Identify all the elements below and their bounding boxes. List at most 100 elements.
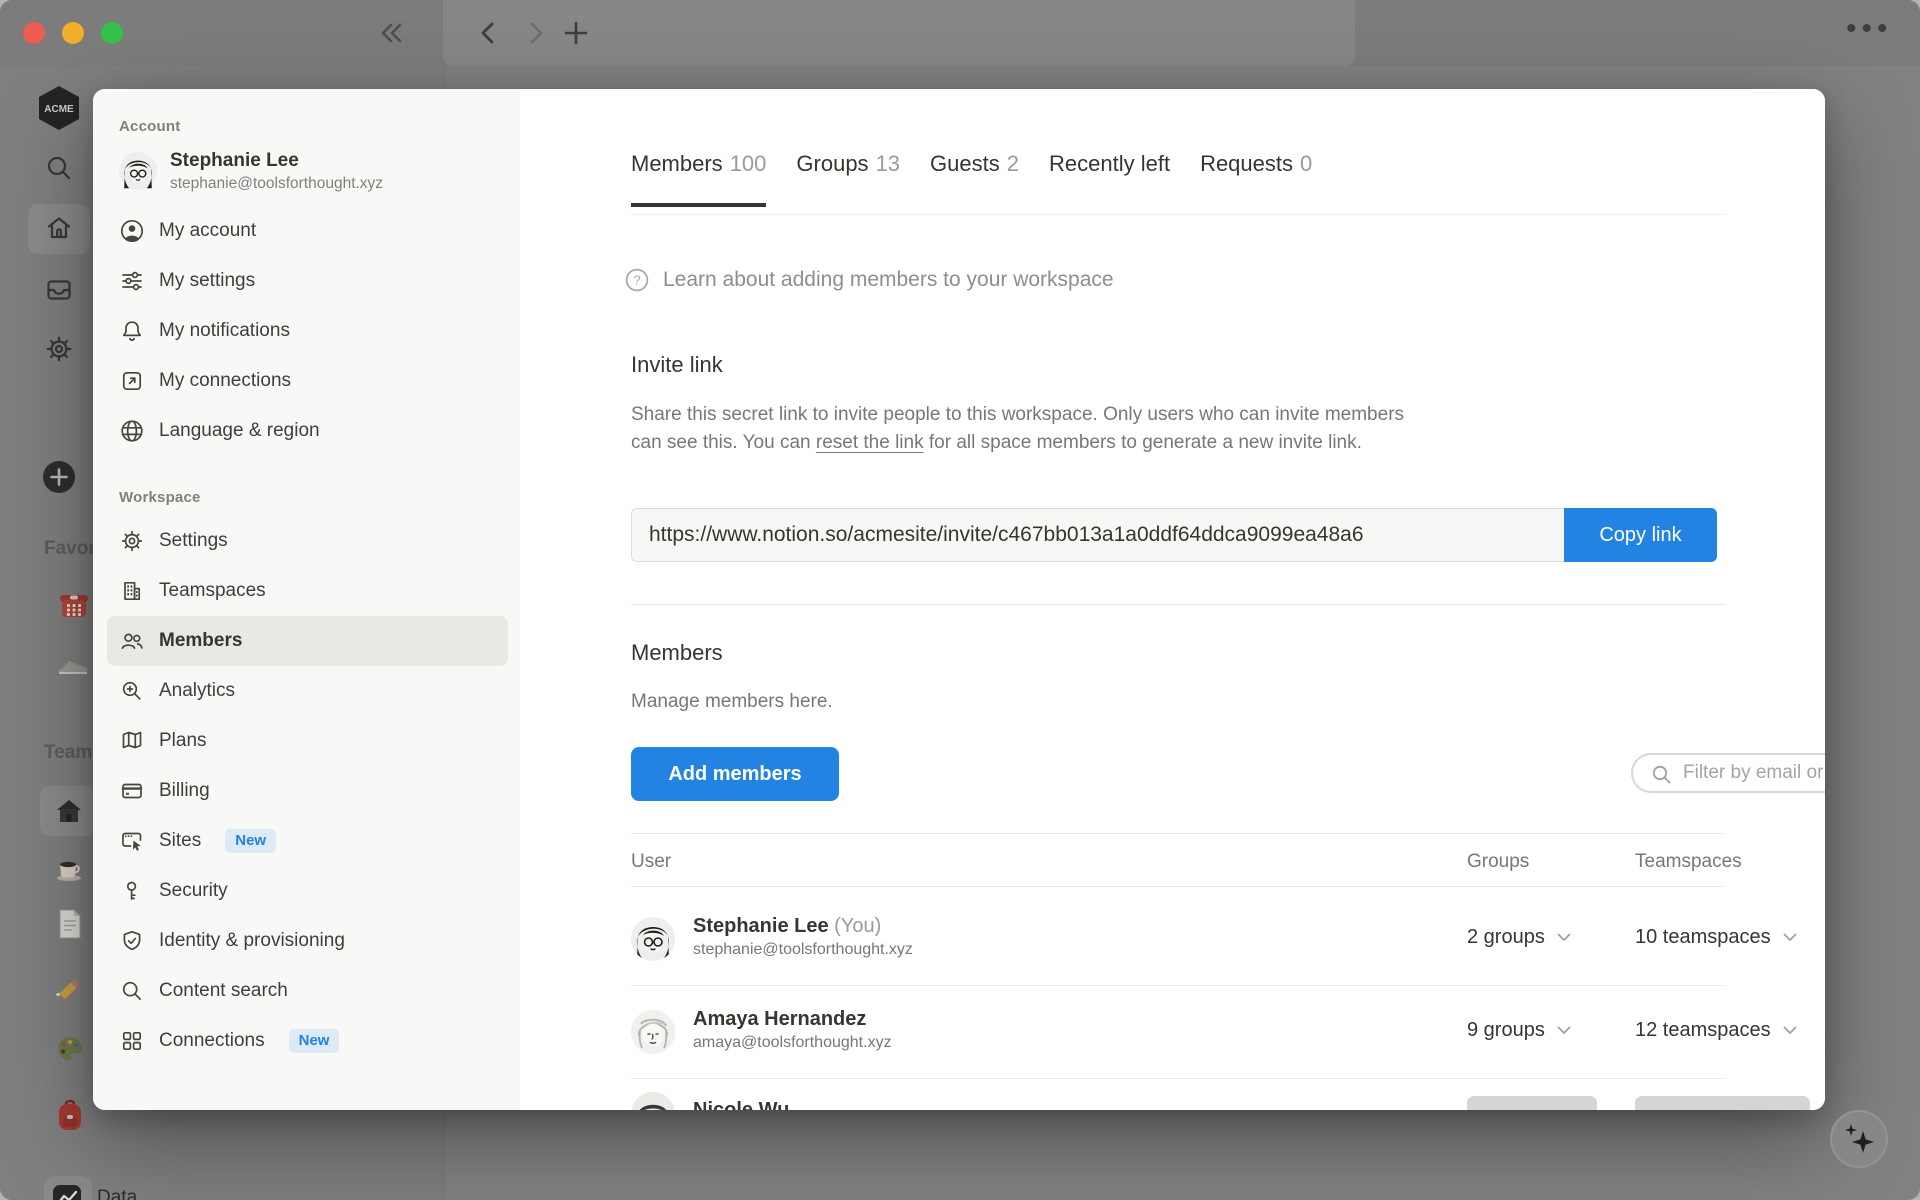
tab-recently-left[interactable]: Recently left <box>1049 151 1170 207</box>
data-chart-icon[interactable] <box>52 1184 82 1200</box>
collapse-sidebar-icon[interactable] <box>377 18 407 48</box>
back-icon[interactable] <box>474 18 504 48</box>
table-header-border <box>631 886 1726 887</box>
filter-input[interactable] <box>1683 755 1825 791</box>
column-header-groups[interactable]: Groups <box>1467 851 1529 873</box>
forward-icon[interactable] <box>520 18 550 48</box>
sliders-icon <box>122 271 142 291</box>
sidebar-item-label: Language & region <box>159 420 320 441</box>
reset-link[interactable]: reset the link <box>816 432 924 453</box>
teamspaces-dropdown[interactable]: 10 teamspaces <box>1635 926 1797 949</box>
sidebar-item-plans[interactable]: Plans <box>107 716 508 766</box>
sidebar-item-label: Teamspaces <box>159 580 266 601</box>
acme-logo[interactable]: ACME <box>36 84 82 132</box>
sneaker-emoji-icon[interactable] <box>56 648 90 678</box>
row-divider <box>631 985 1726 986</box>
new-tab-icon[interactable] <box>561 18 591 48</box>
chevron-down-icon <box>1783 1026 1797 1034</box>
shield-check-icon <box>123 930 141 951</box>
page-emoji-icon[interactable] <box>56 908 84 940</box>
chevron-down-icon <box>1557 933 1571 941</box>
close-window-button[interactable] <box>23 22 45 44</box>
plus-icon[interactable] <box>42 460 76 494</box>
sidebar-item-members[interactable]: Members <box>107 616 508 666</box>
sidebar-item-teamspaces[interactable]: Teamspaces <box>107 566 508 616</box>
grid-icon <box>122 1031 142 1051</box>
phone-emoji-icon[interactable] <box>58 591 90 621</box>
groups-dropdown[interactable]: 9 groups <box>1467 1019 1571 1042</box>
column-header-teamspaces[interactable]: Teamspaces <box>1635 851 1742 873</box>
pencil-emoji-icon[interactable] <box>55 978 85 1008</box>
people-icon <box>121 633 143 650</box>
more-menu-button[interactable]: ••• <box>1846 12 1893 46</box>
row-divider <box>631 1078 1726 1079</box>
member-name: Nicole Wu <box>693 1099 790 1110</box>
sidebar-item-label: Members <box>159 630 243 651</box>
profile-row[interactable]: Stephanie Lee stephanie@toolsforthought.… <box>107 139 508 206</box>
new-badge: New <box>225 829 277 853</box>
member-email: stephanie@toolsforthought.xyz <box>693 941 913 958</box>
teamspaces-dropdown[interactable] <box>1635 1096 1810 1110</box>
gear-icon <box>121 530 143 552</box>
ai-assistant-button[interactable] <box>1830 1110 1888 1168</box>
sidebar-item-settings[interactable]: Settings <box>107 516 508 566</box>
zoom-window-button[interactable] <box>101 22 123 44</box>
search-icon[interactable] <box>44 153 74 183</box>
column-header-user[interactable]: User <box>631 851 671 873</box>
sidebar-item-security[interactable]: Security <box>107 866 508 916</box>
sidebar-item-billing[interactable]: Billing <box>107 766 508 816</box>
settings-modal: Account Stephanie Lee stephanie@toolsfor… <box>93 89 1825 1110</box>
sidebar-item-label: Plans <box>159 730 207 751</box>
sidebar-item-my-connections[interactable]: My connections <box>107 356 508 406</box>
sidebar-item-label: My settings <box>159 270 256 291</box>
sidebar-item-my-notifications[interactable]: My notifications <box>107 306 508 356</box>
sidebar-item-analytics[interactable]: Analytics <box>107 666 508 716</box>
tab-groups[interactable]: Groups 13 <box>796 151 900 207</box>
learn-link[interactable]: ? Learn about adding members to your wor… <box>624 267 1114 293</box>
palette-emoji-icon[interactable] <box>55 1034 85 1064</box>
sidebar-item-label: My connections <box>159 370 292 391</box>
invite-link-description: Share this secret link to invite people … <box>631 404 1405 453</box>
table-top-border <box>631 833 1726 834</box>
teamspaces-dropdown[interactable]: 12 teamspaces <box>1635 1019 1797 1042</box>
add-members-button[interactable]: Add members <box>631 747 839 801</box>
coffee-emoji-icon[interactable] <box>54 852 84 882</box>
inbox-icon[interactable] <box>44 275 74 305</box>
sidebar-item-sites[interactable]: Sites New <box>107 816 508 866</box>
globe-icon <box>121 420 143 442</box>
building-icon <box>124 581 141 601</box>
members-settings-pane: Members 100 Groups 13 Guests 2 Recently lef… <box>520 89 1825 1110</box>
profile-email: stephanie@toolsforthought.xyz <box>170 175 384 192</box>
gear-icon[interactable] <box>44 334 74 364</box>
backpack-emoji-icon[interactable] <box>55 1098 85 1132</box>
arrow-out-icon <box>122 371 142 391</box>
members-section-title: Members <box>631 640 723 665</box>
chevron-down-icon <box>1783 933 1797 941</box>
groups-dropdown[interactable]: 2 groups <box>1467 926 1571 949</box>
invite-url-field[interactable]: https://www.notion.so/acmesite/invite/c4… <box>631 508 1564 562</box>
sidebar-item-language-region[interactable]: Language & region <box>107 406 508 456</box>
sidebar-item-my-settings[interactable]: My settings <box>107 256 508 306</box>
home-icon[interactable] <box>44 213 74 243</box>
house-emoji-icon[interactable] <box>54 796 84 826</box>
sidebar-item-label: Content search <box>159 980 288 1001</box>
groups-dropdown[interactable] <box>1467 1096 1597 1110</box>
sidebar-item-label: My account <box>159 220 257 241</box>
sidebar-item-label: Analytics <box>159 680 236 701</box>
member-name: Amaya Hernandez <box>693 1008 867 1030</box>
sidebar-item-identity-provisioning[interactable]: Identity & provisioning <box>107 916 508 966</box>
sidebar-item-connections[interactable]: Connections New <box>107 1016 508 1066</box>
sidebar-item-data[interactable]: Data <box>97 1187 137 1200</box>
svg-text:ACME: ACME <box>44 104 74 115</box>
avatar <box>119 152 157 190</box>
tab-members[interactable]: Members 100 <box>631 151 767 207</box>
sidebar-item-my-account[interactable]: My account <box>107 206 508 256</box>
copy-link-button[interactable]: Copy link <box>1564 508 1717 562</box>
avatar <box>631 1092 675 1110</box>
sidebar-item-content-search[interactable]: Content search <box>107 966 508 1016</box>
app-window: ••• ACME Favorites Teamspaces Data Data … <box>0 0 1920 1200</box>
new-badge: New <box>288 1029 340 1053</box>
tab-guests[interactable]: Guests 2 <box>930 151 1019 207</box>
minimize-window-button[interactable] <box>62 22 84 44</box>
tab-requests[interactable]: Requests 0 <box>1200 151 1312 207</box>
